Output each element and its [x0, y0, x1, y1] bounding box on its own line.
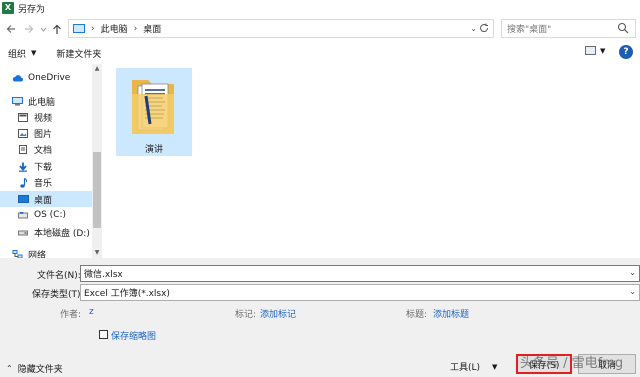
- folder-icon: [130, 74, 178, 141]
- search-icon[interactable]: [617, 22, 631, 36]
- sidebar-item-downloads[interactable]: 下载: [0, 158, 92, 174]
- watermark: 头条号 / 雷电fmg: [520, 356, 624, 371]
- change-view-button[interactable]: ▼: [585, 46, 605, 55]
- dialog-footer: ⌃ 隐藏文件夹 工具(L) ▼ 保存(S) 取消 头条号 / 雷电fmg: [0, 349, 640, 377]
- title-label: 标题:: [406, 310, 428, 320]
- disk-icon: [18, 228, 28, 237]
- video-icon: [18, 112, 28, 122]
- caret-down-icon: ▼: [600, 46, 606, 55]
- breadcrumb-this-pc[interactable]: 此电脑: [101, 22, 128, 35]
- sidebar-item-label: 图片: [34, 129, 53, 140]
- navigation-pane: OneDrive 此电脑 视频 图片 文档 下载 音乐 桌面 OS (C:) 本…: [0, 64, 103, 258]
- scroll-up-icon[interactable]: ▲: [93, 65, 101, 73]
- search-input[interactable]: 搜索"桌面": [507, 22, 617, 35]
- author-label: 作者:: [60, 310, 82, 320]
- sidebar-item-os-c[interactable]: OS (C:): [0, 207, 92, 223]
- pictures-icon: [18, 128, 28, 138]
- chevron-down-icon[interactable]: ⌄: [629, 268, 636, 277]
- tools-button[interactable]: 工具(L) ▼: [450, 360, 498, 374]
- tags-label: 标记:: [235, 310, 257, 320]
- caret-down-icon: ▼: [31, 49, 37, 57]
- add-title-link[interactable]: 添加标题: [433, 307, 469, 320]
- organize-button[interactable]: 组织 ▼: [8, 47, 36, 60]
- folder-name: 演讲: [144, 145, 163, 155]
- chevron-up-icon: ⌃: [6, 364, 13, 373]
- download-icon: [18, 162, 28, 172]
- recent-locations-chevron-icon[interactable]: [38, 20, 48, 38]
- save-thumbnail-label[interactable]: 保存缩略图: [111, 329, 156, 342]
- drive-icon: [18, 211, 28, 220]
- filetype-select[interactable]: Excel 工作簿(*.xlsx) ⌄: [80, 284, 640, 301]
- sidebar-item-label: OneDrive: [28, 73, 71, 83]
- excel-icon: X: [2, 2, 14, 14]
- sidebar-item-label: 网络: [28, 250, 47, 259]
- scrollbar-thumb[interactable]: [93, 152, 101, 228]
- documents-icon: [18, 144, 28, 154]
- new-folder-label: 新建文件夹: [56, 49, 102, 60]
- sidebar-item-desktop[interactable]: 桌面: [0, 191, 92, 207]
- address-row: › 此电脑 › 桌面 ⌄ 搜索"桌面": [0, 16, 640, 42]
- sidebar-item-this-pc[interactable]: 此电脑: [0, 93, 92, 109]
- save-as-dialog: X 另存为 › 此电脑 › 桌面 ⌄ 搜索"桌面" 组织 ▼ 新建文件夹 ▼ ?…: [0, 0, 640, 377]
- sidebar-item-label: 本地磁盘 (D:): [34, 228, 90, 239]
- folder-item[interactable]: 演讲: [116, 68, 192, 156]
- refresh-icon[interactable]: [478, 22, 490, 34]
- help-icon[interactable]: ?: [619, 45, 633, 59]
- file-list: 演讲: [104, 64, 640, 258]
- chevron-down-icon[interactable]: ⌄: [629, 287, 636, 296]
- filename-value: 微信.xlsx: [84, 270, 123, 280]
- sidebar-item-label: OS (C:): [34, 210, 66, 220]
- scroll-down-icon[interactable]: ▼: [93, 249, 101, 257]
- filename-label: 文件名(N):: [37, 271, 81, 281]
- sidebar-item-music[interactable]: 音乐: [0, 174, 92, 190]
- music-icon: [18, 177, 28, 188]
- chevron-right-icon[interactable]: ›: [134, 24, 138, 34]
- sidebar-item-label: 桌面: [34, 195, 53, 206]
- search-box[interactable]: 搜索"桌面": [501, 19, 636, 38]
- chevron-right-icon[interactable]: ›: [91, 24, 95, 34]
- sidebar-item-onedrive[interactable]: OneDrive: [0, 70, 92, 86]
- nav-scrollbar[interactable]: ▲ ▼: [92, 64, 102, 258]
- organize-label: 组织: [8, 49, 27, 60]
- sidebar-item-pictures[interactable]: 图片: [0, 125, 92, 141]
- sidebar-item-local-disk-d[interactable]: 本地磁盘 (D:): [0, 224, 92, 240]
- address-bar[interactable]: › 此电脑 › 桌面 ⌄: [68, 19, 494, 38]
- back-arrow-icon[interactable]: [2, 20, 20, 38]
- filetype-label: 保存类型(T):: [32, 290, 84, 300]
- computer-icon: [73, 24, 85, 33]
- filename-field[interactable]: 微信.xlsx ⌄: [80, 265, 640, 282]
- view-icon: [585, 46, 596, 55]
- hide-folders-toggle[interactable]: ⌃ 隐藏文件夹: [6, 362, 63, 375]
- author-value[interactable]: z: [89, 307, 94, 317]
- save-thumbnail-checkbox[interactable]: [99, 330, 108, 339]
- filetype-value: Excel 工作簿(*.xlsx): [84, 289, 170, 299]
- tools-label: 工具(L): [450, 363, 481, 373]
- add-tags-link[interactable]: 添加标记: [260, 307, 296, 320]
- new-folder-button[interactable]: 新建文件夹: [56, 47, 101, 60]
- desktop-icon: [18, 194, 29, 204]
- sidebar-item-videos[interactable]: 视频: [0, 109, 92, 125]
- sidebar-item-label: 此电脑: [28, 97, 56, 108]
- sidebar-item-network[interactable]: 网络: [0, 246, 92, 258]
- computer-icon: [12, 96, 23, 106]
- sidebar-item-label: 视频: [34, 113, 53, 124]
- sidebar-item-label: 下载: [34, 162, 53, 173]
- network-icon: [12, 249, 23, 258]
- forward-arrow-icon[interactable]: [20, 20, 38, 38]
- address-dropdown-icon[interactable]: ⌄: [470, 24, 477, 33]
- cloud-icon: [12, 74, 23, 83]
- window-title: 另存为: [18, 4, 46, 15]
- breadcrumb-desktop[interactable]: 桌面: [143, 22, 161, 35]
- toolbar: 组织 ▼ 新建文件夹 ▼ ?: [0, 42, 640, 64]
- up-arrow-icon[interactable]: [48, 20, 66, 38]
- sidebar-item-label: 文档: [34, 145, 53, 156]
- title-bar: X 另存为: [0, 0, 640, 16]
- caret-down-icon: ▼: [492, 362, 498, 371]
- hide-folders-label: 隐藏文件夹: [17, 365, 63, 375]
- sidebar-item-documents[interactable]: 文档: [0, 141, 92, 157]
- sidebar-item-label: 音乐: [34, 178, 53, 189]
